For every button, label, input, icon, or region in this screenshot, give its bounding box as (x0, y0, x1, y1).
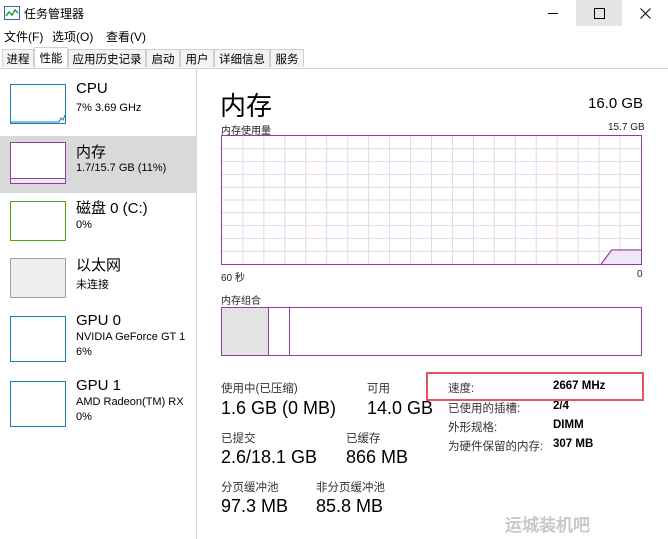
committed-label: 已提交 (221, 433, 256, 445)
slots-value: 2/4 (553, 400, 569, 412)
memory-thumbnail-graph (10, 142, 66, 184)
menu-view[interactable]: 查看(V) (106, 28, 146, 45)
committed-value: 2.6/18.1 GB (221, 447, 318, 467)
menu-options[interactable]: 选项(O) (52, 28, 93, 45)
nonpaged-pool-value: 85.8 MB (316, 496, 384, 516)
maximize-icon (593, 7, 605, 19)
tab-performance[interactable]: 性能 (34, 47, 68, 68)
sidebar-item-usage: 6% (76, 346, 92, 358)
sidebar-item-usage: 0% (76, 411, 92, 423)
menu-file[interactable]: 文件(F) (4, 28, 43, 45)
usage-graph-max: 15.7 GB (608, 122, 645, 133)
in-use-label: 使用中(已压缩) (221, 383, 298, 395)
gpu1-thumbnail-graph (10, 381, 66, 427)
sidebar-item-sub: AMD Radeon(TM) RX (76, 396, 184, 408)
sidebar-item-ethernet[interactable]: 以太网 未连接 (0, 254, 196, 311)
available-value: 14.0 GB (367, 398, 434, 418)
close-button[interactable] (622, 0, 668, 26)
sidebar-item-sub: NVIDIA GeForce GT 1 (76, 331, 186, 343)
window-title: 任务管理器 (24, 7, 85, 21)
sidebar-item-label: GPU 1 (76, 377, 122, 394)
speed-highlight-box (426, 372, 644, 401)
composition-label: 内存组合 (221, 296, 261, 307)
sidebar-item-label: 磁盘 0 (C:) (76, 200, 148, 217)
memory-usage-graph (221, 135, 642, 265)
cached-label: 已缓存 (346, 433, 381, 445)
memory-composition-bar (221, 307, 642, 356)
minimize-button[interactable] (530, 0, 576, 26)
resource-sidebar: CPU 7% 3.69 GHz 内存 1.7/15.7 GB (11%) 磁盘 … (0, 69, 197, 539)
ethernet-thumbnail-graph (10, 258, 66, 298)
close-icon (639, 7, 651, 19)
form-factor-label: 外形规格: (448, 422, 498, 434)
title-bar: 任务管理器 (0, 0, 668, 26)
composition-modified (268, 308, 291, 355)
in-use-value: 1.6 GB (0 MB) (221, 398, 337, 418)
sidebar-item-label: 内存 (76, 144, 107, 161)
page-title: 内存 (220, 91, 273, 121)
graph-x-right: 0 (637, 269, 643, 280)
sidebar-item-sub: 未连接 (76, 279, 109, 291)
sidebar-item-memory[interactable]: 内存 1.7/15.7 GB (11%) (0, 136, 196, 193)
tab-details[interactable]: 详细信息 (214, 49, 270, 67)
sidebar-item-label: GPU 0 (76, 312, 122, 329)
menu-bar: 文件(F) 选项(O) 查看(V) (0, 26, 668, 46)
slots-label: 已使用的插槽: (448, 403, 521, 415)
watermark: 运城装机吧 (505, 516, 590, 535)
tab-strip: 进程 性能 应用历史记录 启动 用户 详细信息 服务 (0, 46, 668, 69)
total-memory: 16.0 GB (588, 95, 644, 112)
tab-processes[interactable]: 进程 (2, 49, 34, 67)
sidebar-item-disk[interactable]: 磁盘 0 (C:) 0% (0, 197, 196, 254)
sidebar-item-label: 以太网 (76, 257, 122, 274)
cached-value: 866 MB (346, 447, 409, 467)
disk-thumbnail-graph (10, 201, 66, 241)
nonpaged-pool-label: 非分页缓冲池 (316, 482, 385, 494)
graph-x-left: 60 秒 (221, 273, 245, 284)
maximize-button[interactable] (576, 0, 622, 26)
available-label: 可用 (367, 383, 390, 395)
form-factor-value: DIMM (553, 419, 584, 431)
tab-app-history[interactable]: 应用历史记录 (68, 49, 146, 67)
tab-users[interactable]: 用户 (180, 49, 214, 67)
tab-startup[interactable]: 启动 (146, 49, 180, 67)
sidebar-item-gpu0[interactable]: GPU 0 NVIDIA GeForce GT 1 6% (0, 312, 196, 369)
tab-services[interactable]: 服务 (270, 49, 304, 67)
task-manager-icon (4, 6, 20, 20)
paged-pool-value: 97.3 MB (221, 496, 289, 516)
minimize-icon (548, 12, 558, 14)
hardware-reserved-label: 为硬件保留的内存: (448, 441, 544, 453)
sidebar-item-cpu[interactable]: CPU 7% 3.69 GHz (0, 80, 196, 137)
gpu0-thumbnail-graph (10, 316, 66, 362)
sidebar-item-sub: 7% 3.69 GHz (76, 102, 142, 114)
composition-in-use (222, 308, 270, 355)
cpu-thumbnail-graph (10, 84, 66, 124)
sidebar-item-label: CPU (76, 80, 108, 97)
paged-pool-label: 分页缓冲池 (221, 482, 279, 494)
hardware-reserved-value: 307 MB (553, 438, 594, 450)
sidebar-item-sub: 1.7/15.7 GB (11%) (76, 162, 167, 174)
sidebar-item-gpu1[interactable]: GPU 1 AMD Radeon(TM) RX 0% (0, 377, 196, 434)
sidebar-item-sub: 0% (76, 219, 92, 231)
